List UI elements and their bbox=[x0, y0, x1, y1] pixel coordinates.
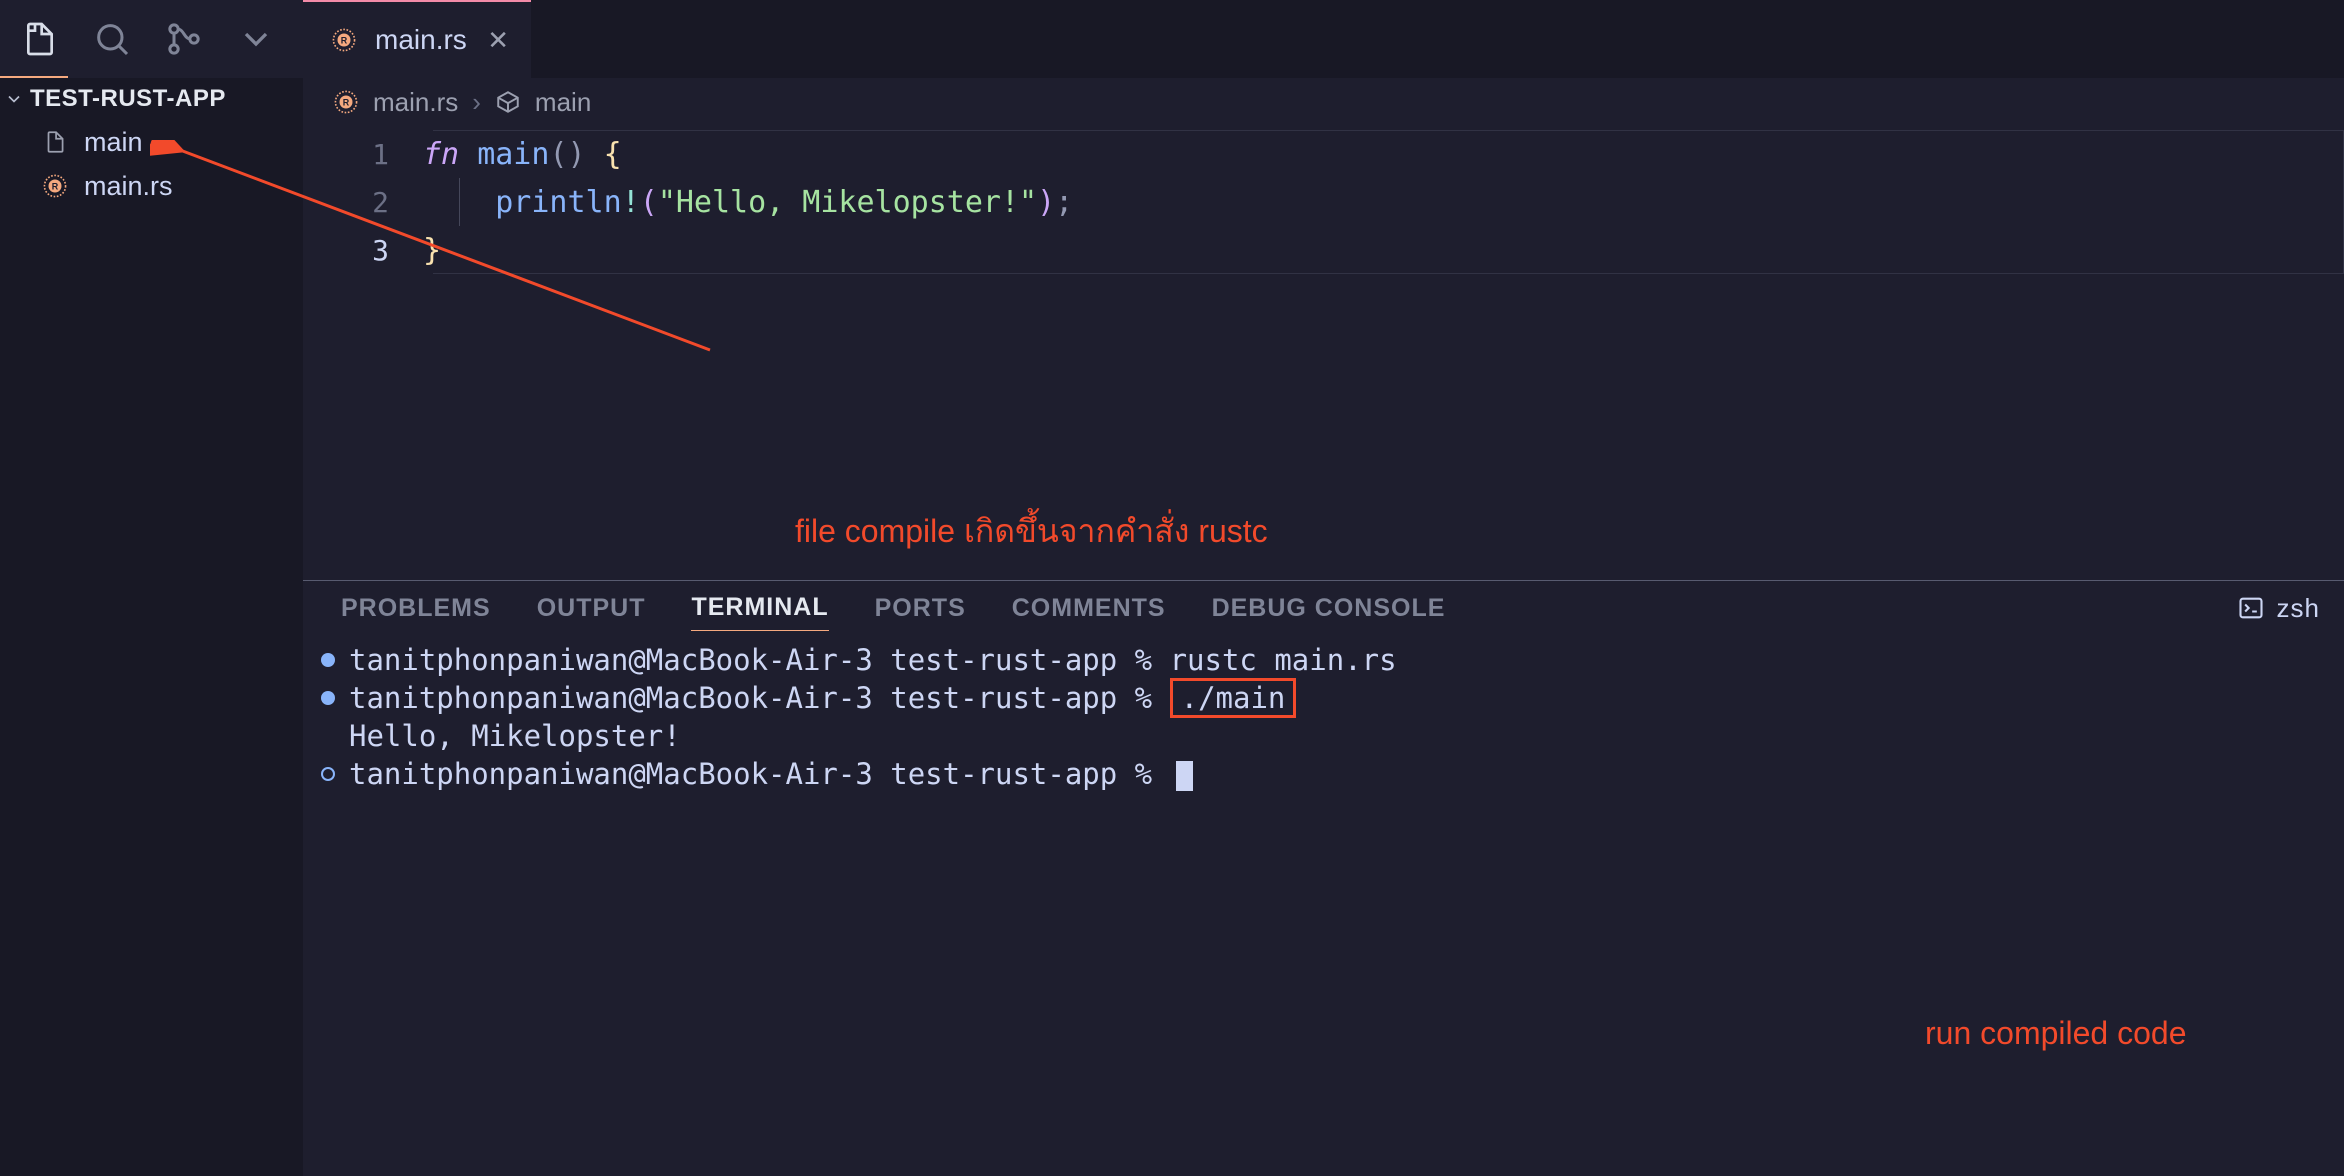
terminal-cursor bbox=[1176, 761, 1193, 791]
svg-text:R: R bbox=[52, 181, 59, 191]
tab-label: main.rs bbox=[375, 24, 467, 56]
code-area[interactable]: 1fn main() {2 println!("Hello, Mikelopst… bbox=[303, 126, 2344, 274]
annotation-text-1: file compile เกิดขึ้นจากคำสั่ง rustc bbox=[795, 506, 1268, 557]
terminal-line: tanitphonpaniwan@MacBook-Air-3 test-rust… bbox=[321, 641, 2344, 679]
source-control-icon[interactable] bbox=[162, 17, 206, 61]
tab-bar: R main.rs ✕ bbox=[303, 0, 2344, 78]
code-content: fn main() { bbox=[423, 137, 622, 172]
prompt-bullet-icon bbox=[321, 691, 335, 705]
code-line[interactable]: 2 println!("Hello, Mikelopster!"); bbox=[303, 178, 2344, 226]
file-item-main[interactable]: main bbox=[0, 120, 303, 164]
sidebar: TEST-RUST-APP main R main.rs bbox=[0, 78, 303, 1176]
sidebar-project-header[interactable]: TEST-RUST-APP bbox=[0, 78, 303, 120]
prompt-bullet-icon bbox=[321, 767, 335, 781]
code-line[interactable]: 1fn main() { bbox=[303, 130, 2344, 178]
line-number: 1 bbox=[303, 138, 423, 171]
prompt-bullet-icon bbox=[321, 653, 335, 667]
file-label: main bbox=[84, 127, 143, 158]
close-icon[interactable]: ✕ bbox=[487, 25, 509, 56]
terminal-line: tanitphonpaniwan@MacBook-Air-3 test-rust… bbox=[321, 679, 2344, 717]
annotation-text-2: run compiled code bbox=[1925, 1015, 2186, 1052]
panel: PROBLEMS OUTPUT TERMINAL PORTS COMMENTS DEBUG… bbox=[303, 580, 2344, 1176]
search-icon[interactable] bbox=[90, 17, 134, 61]
shell-label: zsh bbox=[2277, 593, 2320, 624]
panel-tab-terminal[interactable]: TERMINAL bbox=[691, 585, 828, 631]
line-number: 3 bbox=[303, 234, 423, 267]
tab-main-rs[interactable]: R main.rs ✕ bbox=[303, 0, 531, 78]
terminal-line: Hello, Mikelopster! bbox=[321, 717, 2344, 755]
explorer-icon[interactable] bbox=[18, 17, 62, 61]
breadcrumb-file: main.rs bbox=[373, 87, 458, 118]
project-name: TEST-RUST-APP bbox=[30, 85, 226, 113]
terminal-line: tanitphonpaniwan@MacBook-Air-3 test-rust… bbox=[321, 755, 2344, 793]
svg-text:R: R bbox=[343, 97, 350, 107]
file-icon bbox=[42, 129, 68, 155]
rust-icon: R bbox=[331, 27, 357, 53]
line-number: 2 bbox=[303, 186, 423, 219]
panel-tab-comments[interactable]: COMMENTS bbox=[1012, 586, 1166, 631]
rust-icon: R bbox=[333, 89, 359, 115]
code-line[interactable]: 3} bbox=[303, 226, 2344, 274]
panel-tabs: PROBLEMS OUTPUT TERMINAL PORTS COMMENTS DEBUG… bbox=[303, 581, 2344, 635]
svg-text:R: R bbox=[341, 35, 348, 45]
terminal-icon bbox=[2237, 594, 2265, 622]
code-content: } bbox=[423, 233, 441, 268]
terminal[interactable]: tanitphonpaniwan@MacBook-Air-3 test-rust… bbox=[303, 635, 2344, 793]
editor: R main.rs ✕ R main.rs › main 1fn main() … bbox=[303, 0, 2344, 580]
breadcrumb-separator: › bbox=[472, 87, 481, 118]
panel-tab-ports[interactable]: PORTS bbox=[875, 586, 966, 631]
annotation-command-box: ./main bbox=[1170, 678, 1297, 718]
symbol-icon bbox=[495, 89, 521, 115]
file-item-main-rs[interactable]: R main.rs bbox=[0, 164, 303, 208]
breadcrumb[interactable]: R main.rs › main bbox=[303, 78, 2344, 126]
rust-icon: R bbox=[42, 173, 68, 199]
panel-tab-debug-console[interactable]: DEBUG CONSOLE bbox=[1212, 586, 1446, 631]
breadcrumb-symbol: main bbox=[535, 87, 591, 118]
panel-tab-problems[interactable]: PROBLEMS bbox=[341, 586, 491, 631]
file-label: main.rs bbox=[84, 171, 173, 202]
code-content: println!("Hello, Mikelopster!"); bbox=[423, 185, 1073, 220]
chevron-down-icon[interactable] bbox=[234, 17, 278, 61]
panel-tab-output[interactable]: OUTPUT bbox=[537, 586, 646, 631]
terminal-shell-indicator[interactable]: zsh bbox=[2237, 593, 2320, 624]
activity-bar bbox=[0, 0, 303, 78]
